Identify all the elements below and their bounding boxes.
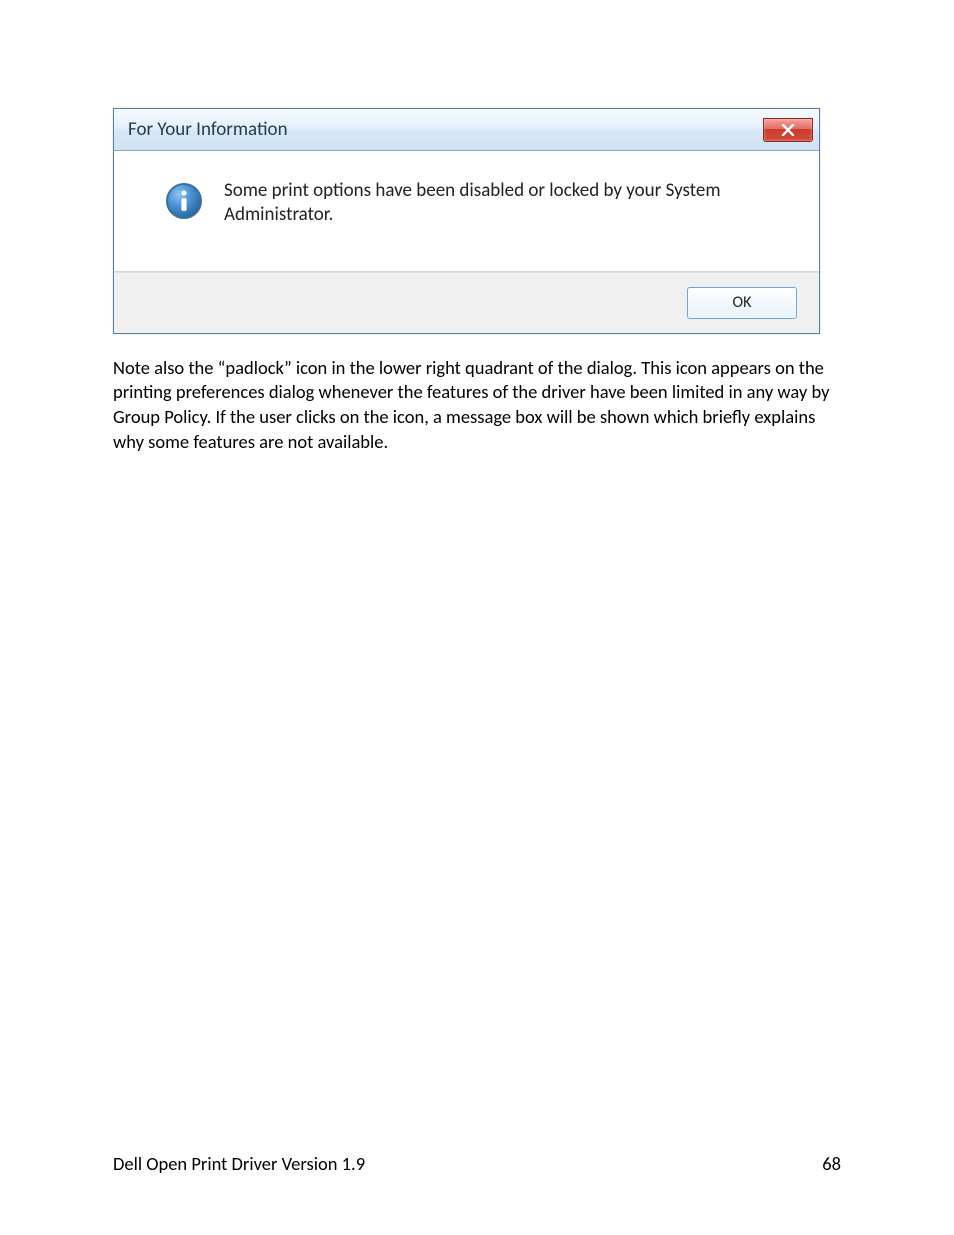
dialog-title: For Your Information bbox=[128, 118, 288, 141]
page-footer: Dell Open Print Driver Version 1.9 68 bbox=[113, 1152, 841, 1175]
dialog-body: Some print options have been disabled or… bbox=[114, 151, 819, 272]
dialog-message: Some print options have been disabled or… bbox=[224, 179, 764, 227]
note-paragraph: Note also the “padlock” icon in the lowe… bbox=[113, 356, 841, 456]
dialog-button-row: OK bbox=[114, 272, 819, 333]
ok-button-label: OK bbox=[733, 293, 752, 312]
info-dialog: For Your Information bbox=[113, 108, 820, 334]
document-page: For Your Information bbox=[0, 0, 954, 1235]
ok-button[interactable]: OK bbox=[687, 287, 797, 319]
footer-left: Dell Open Print Driver Version 1.9 bbox=[113, 1152, 365, 1175]
info-icon bbox=[164, 181, 204, 221]
screenshot-figure: For Your Information bbox=[113, 108, 820, 334]
dialog-titlebar[interactable]: For Your Information bbox=[114, 109, 819, 151]
close-icon bbox=[781, 124, 795, 136]
close-button[interactable] bbox=[763, 118, 813, 142]
footer-page-number: 68 bbox=[822, 1152, 841, 1175]
